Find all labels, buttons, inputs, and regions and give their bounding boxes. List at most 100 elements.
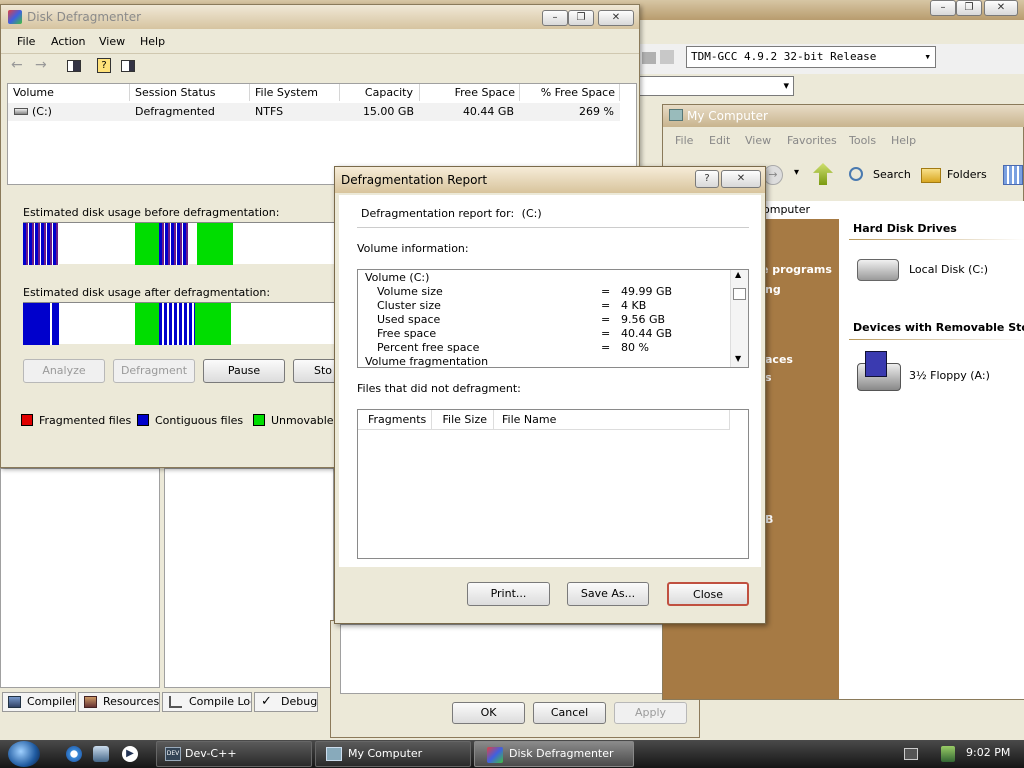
clock[interactable]: 9:02 PM xyxy=(966,746,1010,759)
help-topics-icon[interactable]: ? xyxy=(97,58,111,73)
analyze-button[interactable]: Analyze xyxy=(23,359,105,383)
pause-button[interactable]: Pause xyxy=(203,359,285,383)
column-file-system[interactable]: File System xyxy=(250,84,340,101)
menu-help[interactable]: Help xyxy=(140,35,165,48)
scroll-up-icon[interactable]: ▲ xyxy=(735,270,741,279)
defragment-button[interactable]: Defragment xyxy=(113,359,195,383)
local-disk-item[interactable]: Local Disk (C:) xyxy=(853,253,1024,293)
task-link[interactable]: aces xyxy=(765,353,793,366)
menu-file[interactable]: File xyxy=(675,134,693,147)
content-area: Hard Disk Drives Local Disk (C:) Devices… xyxy=(839,219,1024,699)
taskbar-label: Dev-C++ xyxy=(185,747,237,760)
secondary-select[interactable]: ▾ xyxy=(630,76,794,96)
chevron-down-icon[interactable]: ▾ xyxy=(924,47,931,67)
chevron-down-icon[interactable]: ▾ xyxy=(783,79,789,92)
tab-resources[interactable]: Resources xyxy=(78,692,160,712)
column-pct-free-space[interactable]: % Free Space xyxy=(520,84,620,101)
task-link[interactable]: ng xyxy=(765,283,781,296)
ok-button[interactable]: OK xyxy=(452,702,525,724)
close-button[interactable]: Close xyxy=(667,582,749,606)
menu-file[interactable]: File xyxy=(17,35,35,48)
column-capacity[interactable]: Capacity xyxy=(340,84,420,101)
menu-tools[interactable]: Tools xyxy=(849,134,876,147)
task-link[interactable]: e programs xyxy=(761,263,832,276)
help-button[interactable]: ? xyxy=(695,170,719,188)
floppy-item[interactable]: 3½ Floppy (A:) xyxy=(853,351,1024,401)
menu-favorites[interactable]: Favorites xyxy=(787,134,837,147)
compiler-select[interactable]: TDM-GCC 4.9.2 32-bit Release ▾ xyxy=(686,46,936,68)
folders-button[interactable]: Folders xyxy=(921,165,987,187)
scroll-down-icon[interactable]: ▼ xyxy=(735,354,741,363)
scrollbar-thumb[interactable] xyxy=(733,288,746,300)
section-removable: Devices with Removable Storage xyxy=(853,321,1024,334)
task-link[interactable]: B xyxy=(765,513,773,526)
table-row[interactable]: (C:) Defragmented NTFS 15.00 GB 40.44 GB… xyxy=(8,103,620,121)
console-tree-icon[interactable] xyxy=(67,60,81,72)
menu-action[interactable]: Action xyxy=(51,35,85,48)
checkmark-icon: ✓ xyxy=(261,694,272,709)
taskbar-item-devcpp[interactable]: DEV Dev-C++ xyxy=(156,741,312,767)
menu-view[interactable]: View xyxy=(745,134,771,147)
forward-arrow-icon[interactable]: → xyxy=(35,57,47,73)
scrollbar[interactable]: ▲ ▼ xyxy=(730,270,748,367)
column-file-size[interactable]: File Size xyxy=(432,410,494,430)
menu-help[interactable]: Help xyxy=(891,134,916,147)
devcpp-minimize-button[interactable]: – xyxy=(930,0,956,16)
volume-info-box: Volume (C:) Volume size = 49.99 GB Clust… xyxy=(357,269,749,368)
taskbar-item-disk-defragmenter[interactable]: Disk Defragmenter xyxy=(474,741,634,767)
search-label: Search xyxy=(873,168,911,181)
usage-bar-before xyxy=(23,222,339,265)
column-session-status[interactable]: Session Status xyxy=(130,84,250,101)
column-free-space[interactable]: Free Space xyxy=(420,84,520,101)
column-volume[interactable]: Volume xyxy=(8,84,130,101)
defrag-menubar: File Action View Help xyxy=(1,31,639,51)
internet-explorer-icon[interactable] xyxy=(66,746,82,762)
taskbar-item-my-computer[interactable]: My Computer xyxy=(315,741,471,767)
up-folder-icon[interactable] xyxy=(813,163,833,185)
forward-icon[interactable]: → xyxy=(763,165,783,185)
defrag-app-icon xyxy=(487,747,503,763)
network-icon[interactable] xyxy=(904,748,918,760)
address-text: omputer xyxy=(763,203,811,216)
menu-view[interactable]: View xyxy=(99,35,125,48)
browser-icon[interactable] xyxy=(93,746,109,762)
media-player-icon[interactable]: ▶ xyxy=(122,746,138,762)
tray-icon[interactable] xyxy=(941,746,955,762)
my-computer-titlebar: My Computer xyxy=(663,105,1024,127)
toolbar-icon[interactable] xyxy=(660,50,674,64)
defrag-minimize-button[interactable]: – xyxy=(542,10,568,26)
views-icon[interactable] xyxy=(1003,165,1023,185)
devcpp-close-button[interactable]: ✕ xyxy=(984,0,1018,16)
legend-swatch-fragmented xyxy=(21,414,33,426)
save-as-button[interactable]: Save As... xyxy=(567,582,649,606)
defrag-close-button[interactable]: ✕ xyxy=(598,10,634,26)
info-value: 9.56 GB xyxy=(621,313,666,326)
chevron-down-icon[interactable]: ▾ xyxy=(794,167,799,178)
report-close-x-button[interactable]: ✕ xyxy=(721,170,761,188)
properties-icon[interactable] xyxy=(121,60,135,72)
tab-compile-log[interactable]: Compile Log xyxy=(162,692,252,712)
tab-compiler[interactable]: Compiler xyxy=(2,692,76,712)
devcpp-restore-button[interactable]: ❐ xyxy=(956,0,982,16)
print-button[interactable]: Print... xyxy=(467,582,550,606)
cell-capacity: 15.00 GB xyxy=(362,105,414,118)
column-fragments[interactable]: Fragments xyxy=(358,410,432,430)
ok-label: OK xyxy=(480,706,497,719)
search-button[interactable]: Search xyxy=(847,165,911,187)
section-divider xyxy=(849,339,1024,340)
floppy-label: 3½ Floppy (A:) xyxy=(909,369,990,382)
info-eq: = xyxy=(601,327,611,340)
toolbar-icon[interactable] xyxy=(642,52,656,64)
before-label: Estimated disk usage before defragmentat… xyxy=(23,206,280,219)
legend-contiguous: Contiguous files xyxy=(155,414,244,427)
address-bar[interactable]: omputer xyxy=(763,201,1024,219)
cancel-button[interactable]: Cancel xyxy=(533,702,606,724)
defrag-restore-button[interactable]: ❐ xyxy=(568,10,594,26)
apply-button[interactable]: Apply xyxy=(614,702,687,724)
cell-volume: (C:) xyxy=(32,105,52,118)
back-arrow-icon[interactable]: ← xyxy=(11,57,23,73)
menu-edit[interactable]: Edit xyxy=(709,134,730,147)
start-button[interactable] xyxy=(8,741,40,767)
column-file-name[interactable]: File Name xyxy=(494,410,730,430)
tab-debug[interactable]: ✓ Debug xyxy=(254,692,318,712)
